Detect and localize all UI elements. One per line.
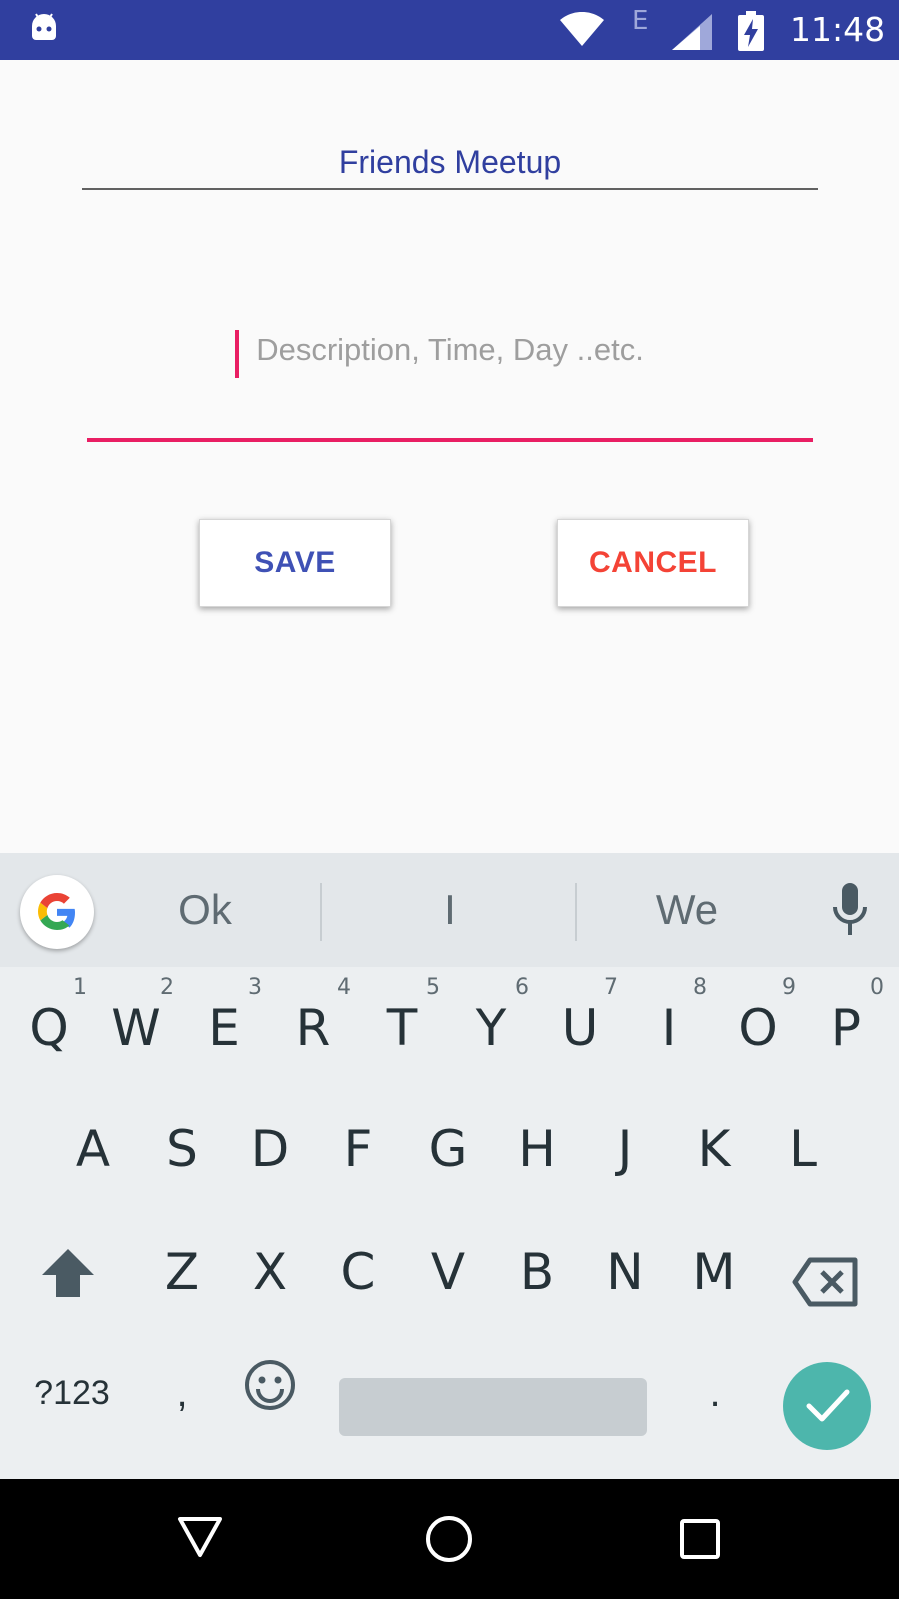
key-label: O <box>738 999 778 1057</box>
suggestion-1[interactable]: Ok <box>130 879 280 941</box>
shift-icon[interactable] <box>40 1247 96 1299</box>
key-p[interactable]: P0 <box>806 975 886 1073</box>
key-q[interactable]: Q1 <box>9 975 89 1073</box>
key-i[interactable]: I8 <box>629 975 709 1073</box>
emoji-icon[interactable] <box>244 1359 296 1411</box>
backspace-icon[interactable] <box>792 1257 858 1307</box>
recents-icon[interactable] <box>679 1518 721 1560</box>
suggestion-strip: Ok I We <box>0 853 899 967</box>
key-hint: 5 <box>426 975 440 1000</box>
period-key[interactable]: . <box>695 1353 735 1433</box>
key-hint: 6 <box>515 975 529 1000</box>
key-w[interactable]: W2 <box>96 975 176 1073</box>
key-t[interactable]: T5 <box>362 975 442 1073</box>
symbols-key[interactable]: ?123 <box>22 1353 122 1433</box>
back-icon[interactable] <box>176 1515 224 1559</box>
key-label: I <box>661 999 677 1057</box>
key-s[interactable]: S <box>142 1104 222 1194</box>
key-r[interactable]: R4 <box>273 975 353 1073</box>
key-e[interactable]: E3 <box>184 975 264 1073</box>
key-hint: 9 <box>782 975 796 1000</box>
android-icon <box>32 13 56 40</box>
key-hint: 7 <box>604 975 618 1000</box>
key-label: T <box>386 999 418 1057</box>
status-bar: E 11:48 <box>0 0 899 60</box>
key-label: P <box>830 999 862 1057</box>
key-hint: 4 <box>337 975 351 1000</box>
key-hint: 3 <box>248 975 262 1000</box>
navigation-bar <box>0 1479 899 1599</box>
key-x[interactable]: X <box>230 1227 310 1317</box>
comma-key[interactable]: , <box>162 1353 202 1433</box>
save-button[interactable]: SAVE <box>199 519 391 607</box>
key-k[interactable]: K <box>674 1104 754 1194</box>
key-b[interactable]: B <box>497 1227 577 1317</box>
key-label: W <box>111 999 161 1057</box>
key-j[interactable]: J <box>585 1104 665 1194</box>
suggestion-2[interactable]: I <box>375 879 525 941</box>
key-hint: 2 <box>160 975 174 1000</box>
space-key[interactable] <box>339 1378 647 1436</box>
suggestion-3[interactable]: We <box>612 879 762 941</box>
key-d[interactable]: D <box>230 1104 310 1194</box>
suggestion-divider <box>320 883 322 941</box>
key-label: R <box>295 999 331 1057</box>
key-h[interactable]: H <box>497 1104 577 1194</box>
key-n[interactable]: N <box>585 1227 665 1317</box>
key-c[interactable]: C <box>318 1227 398 1317</box>
clock: 11:48 <box>790 10 886 49</box>
home-icon[interactable] <box>425 1515 473 1563</box>
key-label: Q <box>29 999 69 1057</box>
key-f[interactable]: F <box>318 1104 398 1194</box>
check-icon <box>806 1389 850 1422</box>
key-u[interactable]: U7 <box>540 975 620 1073</box>
description-placeholder: Description, Time, Day ..etc. <box>256 332 644 367</box>
suggestion-divider <box>575 883 577 941</box>
cancel-button[interactable]: CANCEL <box>557 519 749 607</box>
key-g[interactable]: G <box>408 1104 488 1194</box>
key-a[interactable]: A <box>53 1104 133 1194</box>
battery-charging-icon <box>738 11 764 51</box>
enter-key[interactable] <box>783 1362 871 1450</box>
key-hint: 0 <box>870 975 884 1000</box>
key-label: E <box>208 999 240 1057</box>
key-hint: 1 <box>73 975 87 1000</box>
signal-icon <box>672 14 712 50</box>
google-icon[interactable] <box>20 875 94 949</box>
text-cursor <box>235 330 239 378</box>
key-o[interactable]: O9 <box>718 975 798 1073</box>
wifi-icon <box>560 12 604 46</box>
key-label: Y <box>475 999 507 1057</box>
microphone-icon[interactable] <box>832 883 868 937</box>
soft-keyboard: Ok I We Q1 W2 E3 R4 T5 Y6 U7 I8 O9 P0 A … <box>0 853 899 1479</box>
key-hint: 8 <box>693 975 707 1000</box>
key-z[interactable]: Z <box>142 1227 222 1317</box>
key-l[interactable]: L <box>763 1104 843 1194</box>
key-label: U <box>561 999 599 1057</box>
network-type-label: E <box>632 6 649 36</box>
title-input[interactable]: Friends Meetup <box>82 136 818 190</box>
key-y[interactable]: Y6 <box>451 975 531 1073</box>
key-v[interactable]: V <box>408 1227 488 1317</box>
key-m[interactable]: M <box>674 1227 754 1317</box>
description-input[interactable]: Description, Time, Day ..etc. <box>87 320 813 442</box>
